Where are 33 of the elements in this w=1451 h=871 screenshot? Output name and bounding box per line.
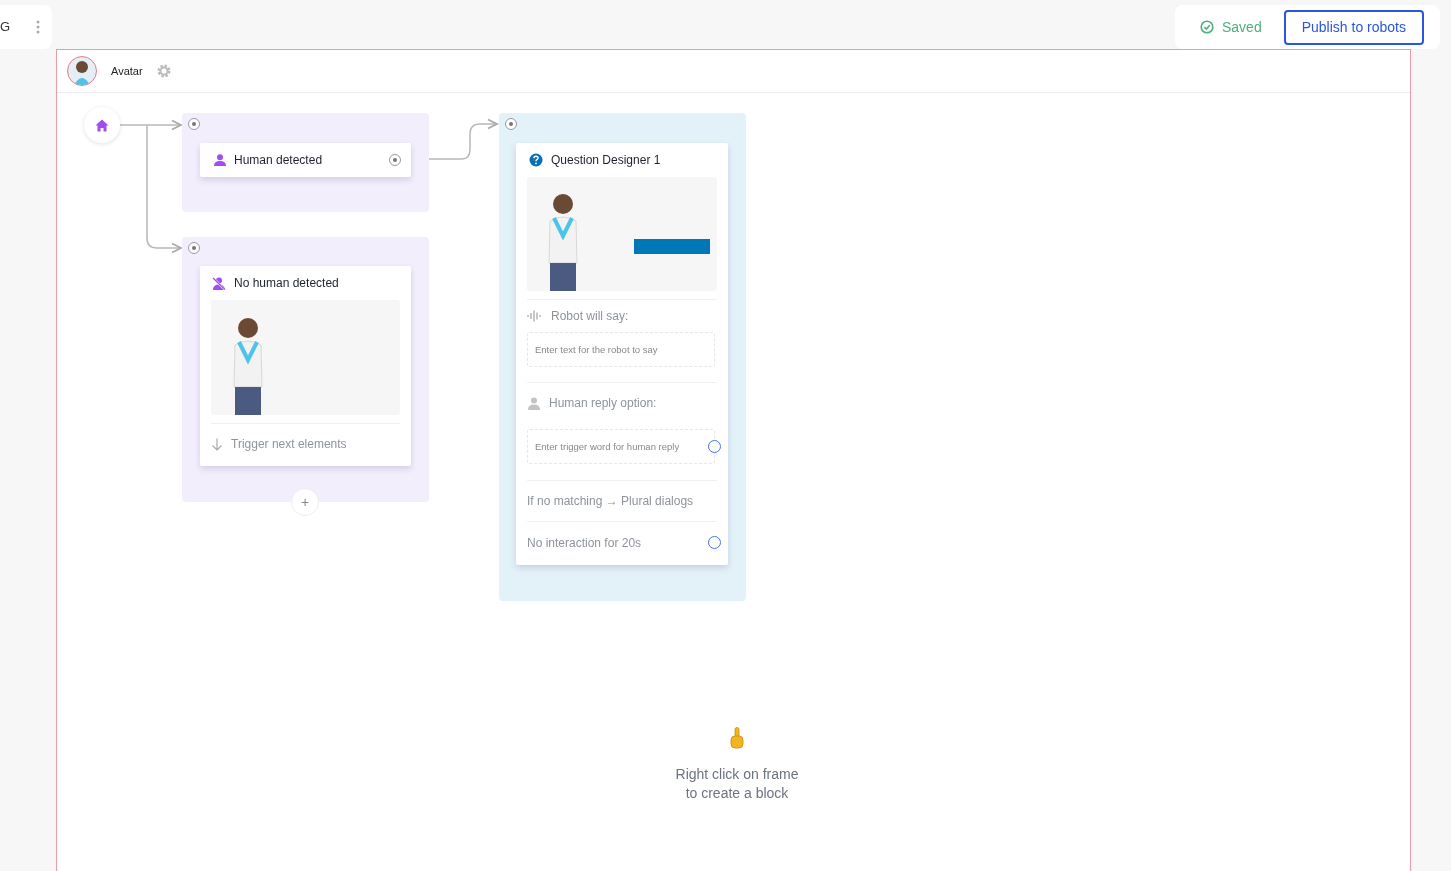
question-icon — [529, 153, 543, 167]
arrow-down-icon — [211, 437, 223, 451]
connector-port[interactable] — [505, 118, 517, 130]
connector-port[interactable] — [188, 118, 200, 130]
person-icon — [214, 154, 226, 166]
avatar-image — [67, 56, 97, 86]
sound-wave-icon — [527, 310, 543, 322]
block-title: No human detected — [234, 275, 339, 292]
more-options-icon[interactable] — [36, 20, 40, 34]
add-block-button[interactable]: + — [291, 488, 319, 516]
hint-text: Right click on frame to create a block — [675, 765, 799, 803]
footer-text: Trigger next elements — [231, 436, 347, 453]
frame-title: Avatar — [111, 63, 143, 79]
publish-button[interactable]: Publish to robots — [1283, 9, 1424, 45]
panel-title: G — [0, 18, 11, 37]
connector-port[interactable] — [708, 536, 721, 549]
save-status: Saved — [1222, 17, 1262, 37]
person-crossed-icon — [212, 276, 226, 290]
trigger-word-field[interactable]: Enter trigger word for human reply — [527, 429, 715, 464]
field-label: Robot will say: — [551, 308, 629, 325]
connector-port[interactable] — [389, 154, 401, 166]
block-title: Human detected — [234, 152, 323, 169]
block-title: Question Designer 1 — [551, 152, 661, 169]
field-label: Human reply option: — [549, 395, 657, 412]
pointing-hand-icon — [729, 727, 745, 749]
timeout-text: No interaction for 20s — [527, 535, 642, 552]
home-icon — [95, 118, 109, 132]
check-circle-icon — [1200, 20, 1214, 34]
person-icon — [527, 396, 541, 410]
home-button[interactable] — [84, 107, 120, 143]
connector-port[interactable] — [188, 242, 200, 254]
text-input-field[interactable]: Enter text for the robot to say — [527, 332, 715, 367]
fallback-text: If no matching → Plural dialogs — [527, 493, 694, 510]
